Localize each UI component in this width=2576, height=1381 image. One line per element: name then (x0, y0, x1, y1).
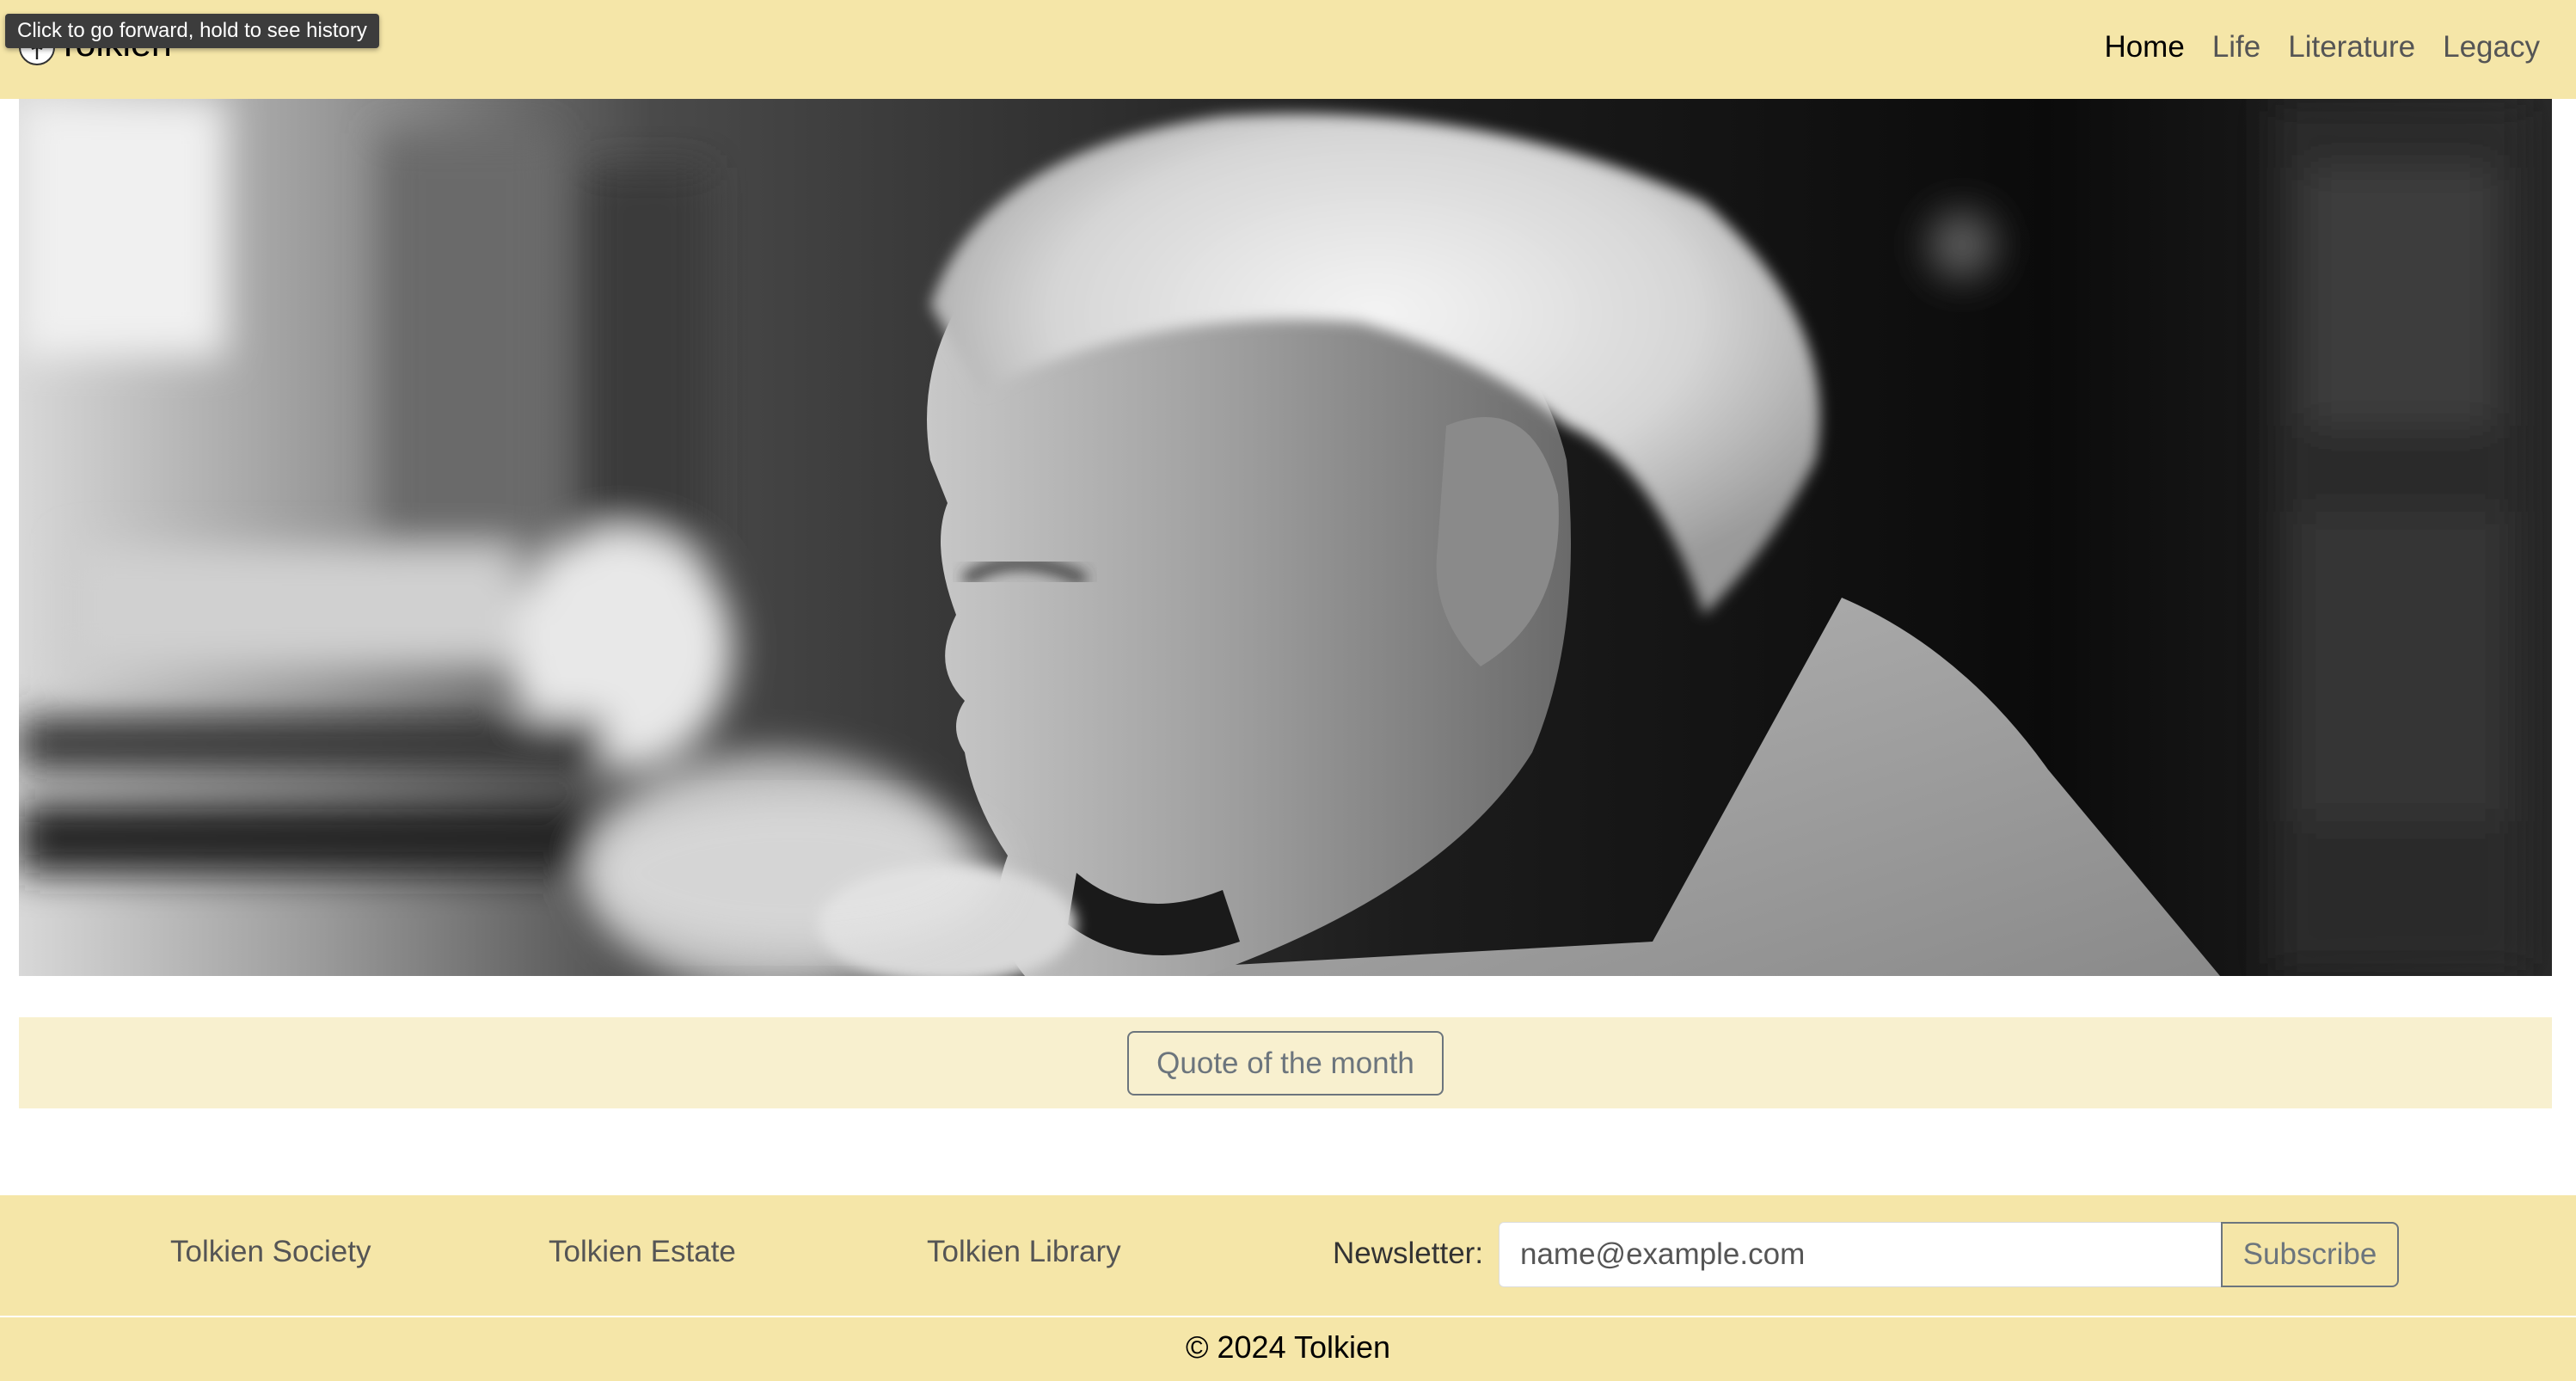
browser-tooltip: Click to go forward, hold to see history (5, 14, 379, 48)
nav-legacy[interactable]: Legacy (2443, 26, 2540, 69)
main-nav: Home Life Literature Legacy (2104, 26, 2540, 69)
footer-link-tolkien-library[interactable]: Tolkien Library (927, 1235, 1121, 1269)
portrait-illustration (19, 99, 2552, 976)
copyright-text: © 2024 Tolkien (1185, 1329, 1391, 1365)
footer-link-tolkien-society[interactable]: Tolkien Society (170, 1235, 371, 1269)
nav-literature[interactable]: Literature (2288, 26, 2415, 69)
footer-link-tolkien-estate[interactable]: Tolkien Estate (549, 1235, 736, 1269)
footer-divider (0, 1316, 2576, 1317)
newsletter-email-field[interactable] (1499, 1222, 2221, 1287)
quote-band: Quote of the month (19, 1017, 2552, 1108)
navbar: Tolkien Click to go forward, hold to see… (0, 0, 2576, 99)
quote-of-the-month-button[interactable]: Quote of the month (1127, 1031, 1444, 1096)
newsletter-label: Newsletter: (1333, 1237, 1484, 1270)
nav-home[interactable]: Home (2104, 26, 2184, 69)
hero-image (19, 99, 2552, 976)
footer: Tolkien Society Tolkien Estate Tolkien L… (0, 1195, 2576, 1381)
nav-life[interactable]: Life (2212, 26, 2260, 69)
subscribe-button[interactable]: Subscribe (2221, 1222, 2399, 1287)
